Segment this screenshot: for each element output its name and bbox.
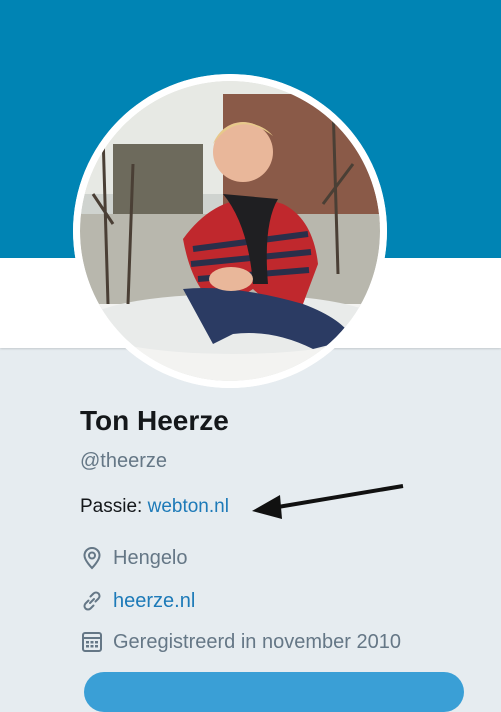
annotation-arrow [252, 484, 404, 519]
profile-name: Ton Heerze [80, 405, 229, 436]
location-pin-icon [80, 546, 104, 570]
profile-location: Hengelo [113, 546, 188, 569]
avatar-photo [73, 74, 387, 388]
profile-handle[interactable]: @theerze [80, 450, 167, 473]
bio-link[interactable]: webton.nl [148, 496, 229, 517]
link-icon [80, 589, 104, 613]
follow-button[interactable] [84, 672, 464, 712]
profile-avatar[interactable] [73, 74, 387, 388]
profile-bio: Passie: webton.nl [80, 496, 229, 518]
profile-website-row: heerze.nl [80, 588, 195, 614]
profile-website-link[interactable]: heerze.nl [113, 590, 195, 613]
profile-joined-row: Geregistreerd in november 2010 [80, 629, 401, 655]
profile-location-row: Hengelo [80, 545, 188, 571]
bio-prefix: Passie: [80, 496, 148, 517]
calendar-icon [80, 630, 104, 654]
profile-joined: Geregistreerd in november 2010 [113, 630, 401, 653]
